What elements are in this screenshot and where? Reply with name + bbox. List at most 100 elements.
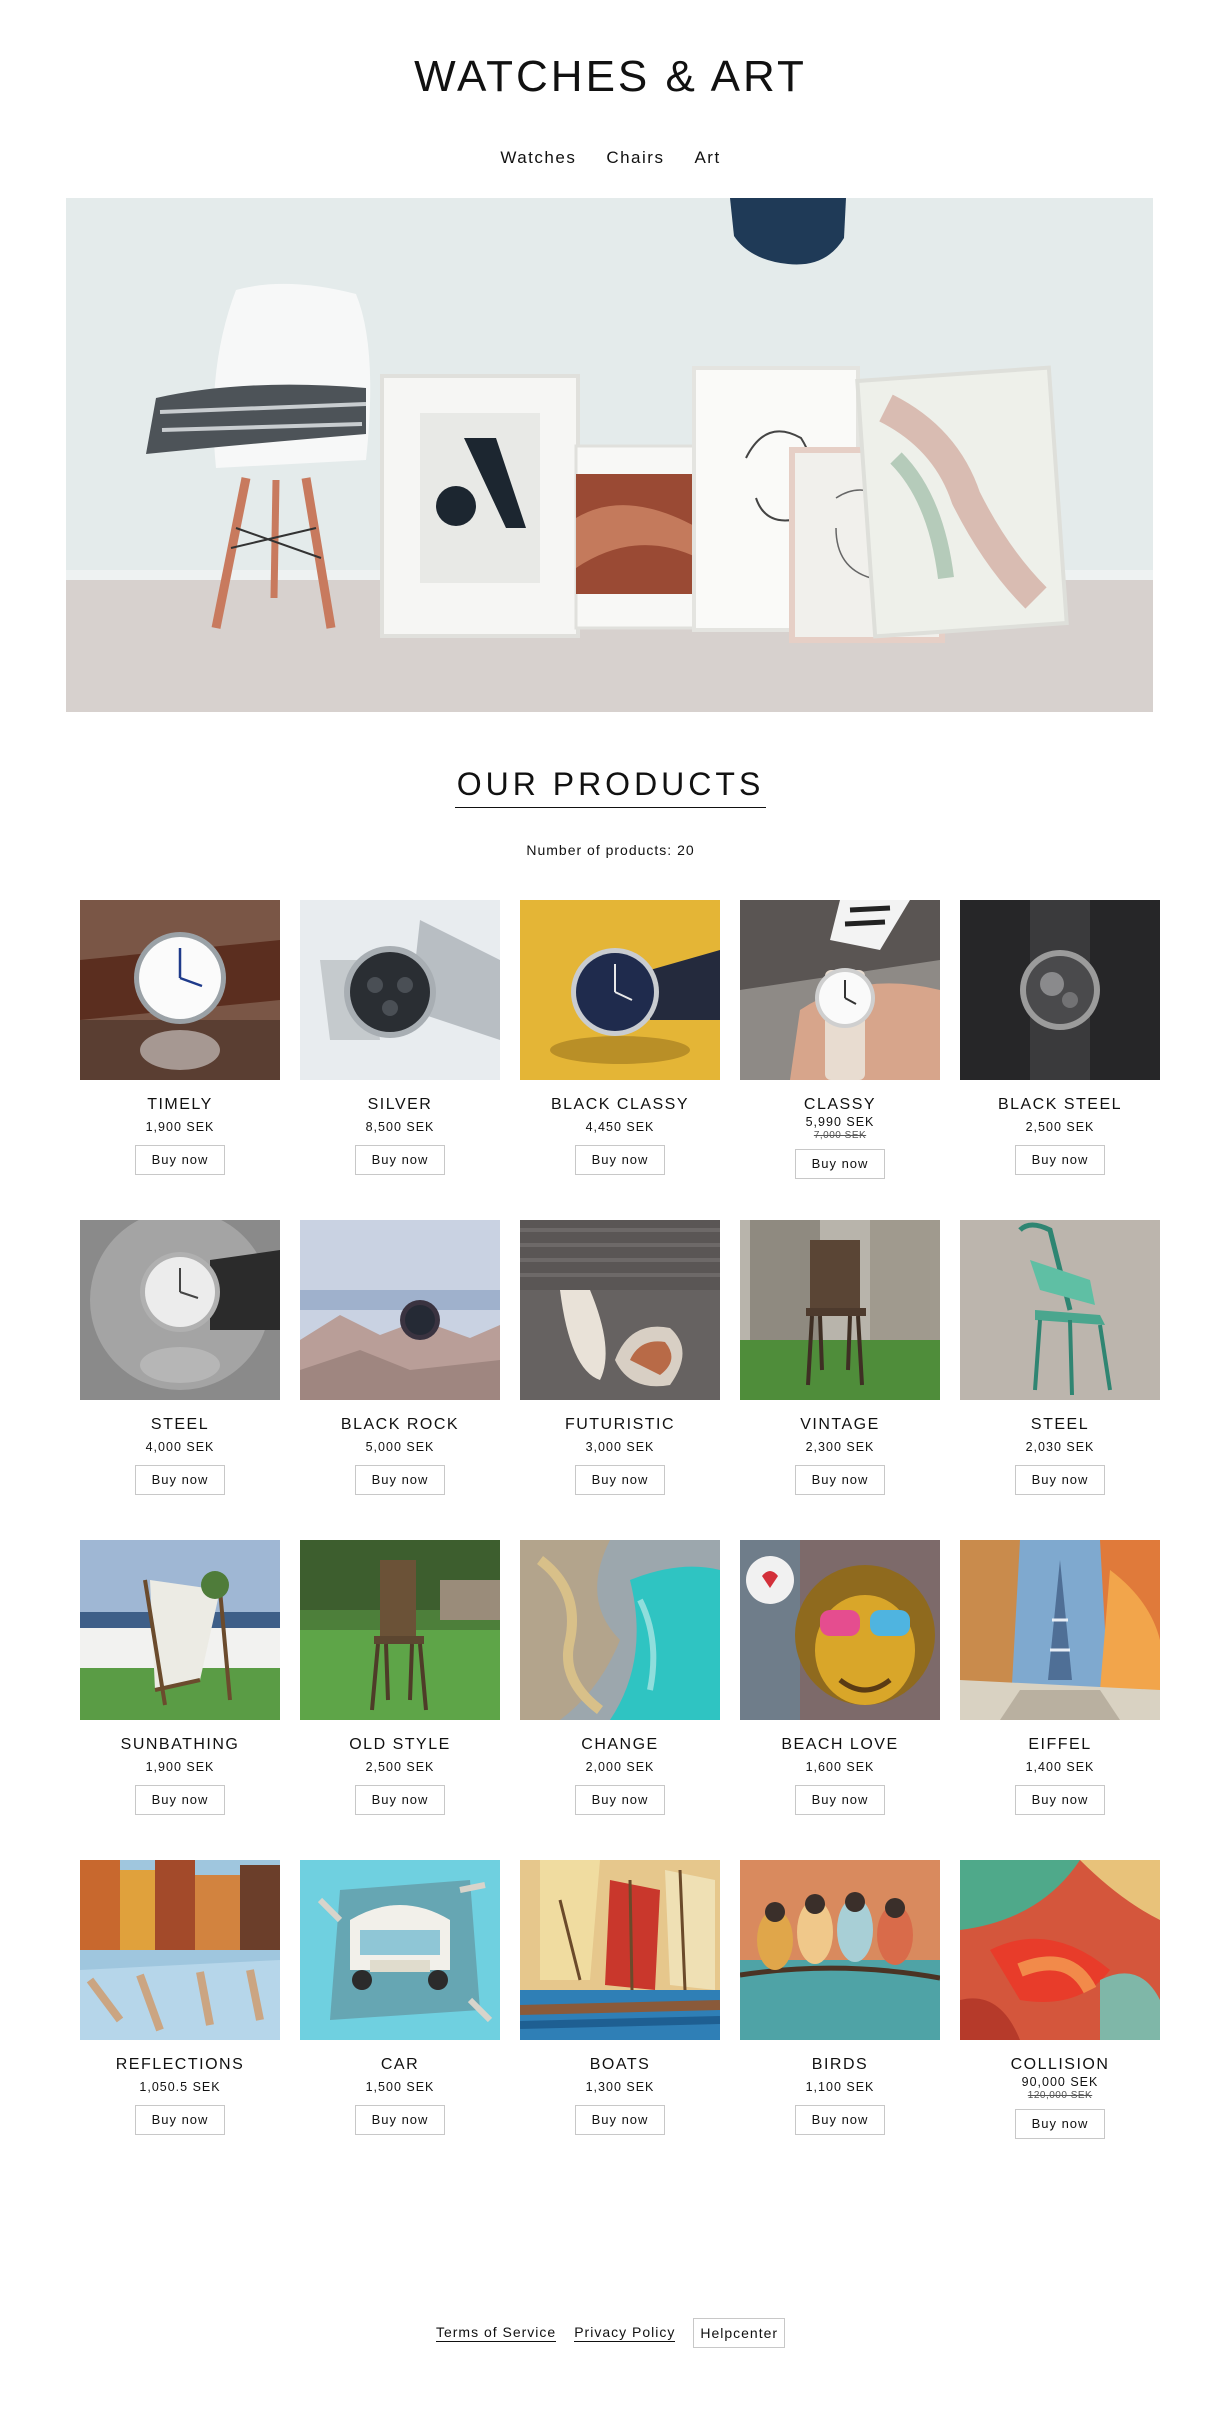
product-card: CAR 1,500 SEK Buy now bbox=[300, 1860, 500, 2180]
product-count: Number of products: 20 bbox=[526, 842, 695, 858]
product-image[interactable] bbox=[300, 1540, 500, 1720]
product-card: TIMELY 1,900 SEK Buy now bbox=[80, 900, 280, 1220]
buy-now-button[interactable]: Buy now bbox=[135, 1465, 225, 1495]
buy-now-button[interactable]: Buy now bbox=[575, 1145, 665, 1175]
product-row: TIMELY 1,900 SEK Buy now SILVER 8,500 SE… bbox=[80, 900, 1160, 1220]
buy-now-button[interactable]: Buy now bbox=[355, 2105, 445, 2135]
product-price: 1,400 SEK bbox=[1025, 1760, 1095, 1774]
product-image[interactable] bbox=[520, 900, 720, 1080]
product-name: COLLISION bbox=[1010, 2056, 1110, 2073]
product-name: BLACK ROCK bbox=[340, 1416, 460, 1433]
product-image[interactable] bbox=[740, 1860, 940, 2040]
buy-now-button[interactable]: Buy now bbox=[575, 1785, 665, 1815]
terms-of-service-link[interactable]: Terms of Service bbox=[435, 2324, 557, 2342]
product-image[interactable] bbox=[80, 1220, 280, 1400]
helpcenter-button[interactable]: Helpcenter bbox=[693, 2318, 786, 2348]
product-card: BOATS 1,300 SEK Buy now bbox=[520, 1860, 720, 2180]
product-image[interactable] bbox=[960, 1860, 1160, 2040]
buy-now-button[interactable]: Buy now bbox=[1015, 1145, 1105, 1175]
product-image[interactable] bbox=[520, 1860, 720, 2040]
product-image[interactable] bbox=[740, 900, 940, 1080]
product-image[interactable] bbox=[300, 1220, 500, 1400]
product-image[interactable] bbox=[300, 900, 500, 1080]
nav-item-watches[interactable]: Watches bbox=[500, 148, 576, 168]
product-image[interactable] bbox=[80, 1540, 280, 1720]
product-price: 5,000 SEK bbox=[365, 1440, 435, 1454]
hero-image bbox=[66, 198, 1153, 712]
product-name: CAR bbox=[380, 2056, 420, 2073]
product-name: BEACH LOVE bbox=[781, 1736, 899, 1753]
buy-now-button[interactable]: Buy now bbox=[795, 2105, 885, 2135]
product-image[interactable] bbox=[520, 1540, 720, 1720]
product-card: BLACK ROCK 5,000 SEK Buy now bbox=[300, 1220, 500, 1540]
product-price: 2,000 SEK bbox=[585, 1760, 655, 1774]
product-image[interactable] bbox=[960, 1540, 1160, 1720]
buy-now-button[interactable]: Buy now bbox=[575, 2105, 665, 2135]
product-grid: TIMELY 1,900 SEK Buy now SILVER 8,500 SE… bbox=[80, 900, 1160, 2180]
main-nav: Watches Chairs Art bbox=[0, 148, 1221, 168]
product-card: BLACK CLASSY 4,450 SEK Buy now bbox=[520, 900, 720, 1220]
product-image[interactable] bbox=[960, 900, 1160, 1080]
product-card: SILVER 8,500 SEK Buy now bbox=[300, 900, 500, 1220]
product-name: EIFFEL bbox=[1028, 1736, 1092, 1753]
product-name: STEEL bbox=[1030, 1416, 1090, 1433]
product-name: CHANGE bbox=[581, 1736, 659, 1753]
product-name: VINTAGE bbox=[800, 1416, 880, 1433]
product-price: 2,500 SEK bbox=[1025, 1120, 1095, 1134]
product-image[interactable] bbox=[300, 1860, 500, 2040]
product-card: FUTURISTIC 3,000 SEK Buy now bbox=[520, 1220, 720, 1540]
product-price: 4,450 SEK bbox=[585, 1120, 655, 1134]
product-name: CLASSY bbox=[803, 1096, 877, 1113]
product-card: BLACK STEEL 2,500 SEK Buy now bbox=[960, 900, 1160, 1220]
product-card: CLASSY 5,990 SEK 7,000 SEK Buy now bbox=[740, 900, 940, 1220]
product-price: 4,000 SEK bbox=[145, 1440, 215, 1454]
product-name: FUTURISTIC bbox=[564, 1416, 676, 1433]
buy-now-button[interactable]: Buy now bbox=[135, 1785, 225, 1815]
buy-now-button[interactable]: Buy now bbox=[575, 1465, 665, 1495]
buy-now-button[interactable]: Buy now bbox=[795, 1465, 885, 1495]
buy-now-button[interactable]: Buy now bbox=[355, 1145, 445, 1175]
buy-now-button[interactable]: Buy now bbox=[1015, 1465, 1105, 1495]
product-row: STEEL 4,000 SEK Buy now BLACK ROCK 5,000… bbox=[80, 1220, 1160, 1540]
nav-item-art[interactable]: Art bbox=[694, 148, 720, 168]
product-old-price: 120,000 SEK bbox=[1027, 2090, 1093, 2101]
product-image[interactable] bbox=[740, 1220, 940, 1400]
product-price: 90,000 SEK bbox=[1021, 2075, 1099, 2089]
product-name: BIRDS bbox=[811, 2056, 869, 2073]
product-image[interactable] bbox=[80, 900, 280, 1080]
product-price: 1,100 SEK bbox=[805, 2080, 875, 2094]
buy-now-button[interactable]: Buy now bbox=[1015, 2109, 1105, 2139]
product-price: 1,900 SEK bbox=[145, 1120, 215, 1134]
product-name: STEEL bbox=[150, 1416, 210, 1433]
product-price: 8,500 SEK bbox=[365, 1120, 435, 1134]
buy-now-button[interactable]: Buy now bbox=[135, 1145, 225, 1175]
site-title[interactable]: WATCHES & ART bbox=[0, 52, 1221, 102]
product-image[interactable] bbox=[960, 1220, 1160, 1400]
nav-item-chairs[interactable]: Chairs bbox=[606, 148, 664, 168]
product-card: VINTAGE 2,300 SEK Buy now bbox=[740, 1220, 940, 1540]
product-card: OLD STYLE 2,500 SEK Buy now bbox=[300, 1540, 500, 1860]
product-name: TIMELY bbox=[147, 1096, 213, 1113]
product-old-price: 7,000 SEK bbox=[813, 1130, 867, 1141]
products-title-text: OUR PRODUCTS bbox=[454, 766, 767, 808]
product-image[interactable] bbox=[80, 1860, 280, 2040]
product-image[interactable] bbox=[520, 1220, 720, 1400]
product-name: OLD STYLE bbox=[349, 1736, 451, 1753]
product-card: STEEL 4,000 SEK Buy now bbox=[80, 1220, 280, 1540]
product-card: BIRDS 1,100 SEK Buy now bbox=[740, 1860, 940, 2180]
privacy-policy-link[interactable]: Privacy Policy bbox=[574, 2324, 676, 2342]
buy-now-button[interactable]: Buy now bbox=[795, 1149, 885, 1179]
buy-now-button[interactable]: Buy now bbox=[355, 1465, 445, 1495]
product-card: STEEL 2,030 SEK Buy now bbox=[960, 1220, 1160, 1540]
product-price: 1,900 SEK bbox=[145, 1760, 215, 1774]
buy-now-button[interactable]: Buy now bbox=[135, 2105, 225, 2135]
product-card: EIFFEL 1,400 SEK Buy now bbox=[960, 1540, 1160, 1860]
product-card: BEACH LOVE 1,600 SEK Buy now bbox=[740, 1540, 940, 1860]
product-name: BLACK CLASSY bbox=[550, 1096, 690, 1113]
product-image[interactable] bbox=[740, 1540, 940, 1720]
product-name: REFLECTIONS bbox=[115, 2056, 245, 2073]
buy-now-button[interactable]: Buy now bbox=[355, 1785, 445, 1815]
product-price: 1,600 SEK bbox=[805, 1760, 875, 1774]
buy-now-button[interactable]: Buy now bbox=[795, 1785, 885, 1815]
buy-now-button[interactable]: Buy now bbox=[1015, 1785, 1105, 1815]
